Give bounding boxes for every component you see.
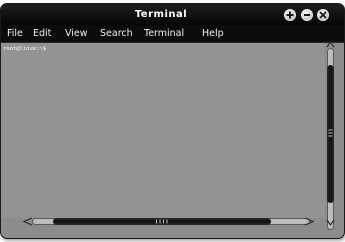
add-tab-button[interactable]: [284, 9, 296, 21]
plus-icon: [286, 11, 294, 19]
grip-icon: [328, 129, 333, 137]
scroll-up-arrow-icon[interactable]: [325, 40, 336, 49]
close-icon: [319, 11, 327, 19]
menu-bar: File Edit View Search Terminal Help: [1, 25, 344, 43]
shell-prompt: root@linux:~$: [3, 46, 47, 52]
menu-help[interactable]: Help: [202, 25, 224, 42]
minimize-button[interactable]: [301, 9, 313, 21]
scroll-left-arrow-icon[interactable]: [22, 216, 34, 227]
close-button[interactable]: [317, 9, 329, 21]
minus-icon: [304, 14, 310, 16]
grip-icon: [156, 219, 168, 224]
title-bar[interactable]: Terminal: [1, 4, 344, 25]
window-title: Terminal: [134, 9, 188, 20]
menu-terminal[interactable]: Terminal: [144, 25, 184, 42]
terminal-output[interactable]: root@linux:~$: [1, 43, 325, 218]
menu-view[interactable]: View: [65, 25, 88, 42]
terminal-window: Terminal File Edit View Search Terminal …: [0, 3, 345, 239]
menu-search[interactable]: Search: [100, 25, 133, 42]
scroll-right-arrow-icon[interactable]: [303, 216, 315, 227]
scroll-down-arrow-icon[interactable]: [325, 218, 336, 227]
menu-file[interactable]: File: [7, 25, 23, 42]
menu-edit[interactable]: Edit: [33, 25, 51, 42]
